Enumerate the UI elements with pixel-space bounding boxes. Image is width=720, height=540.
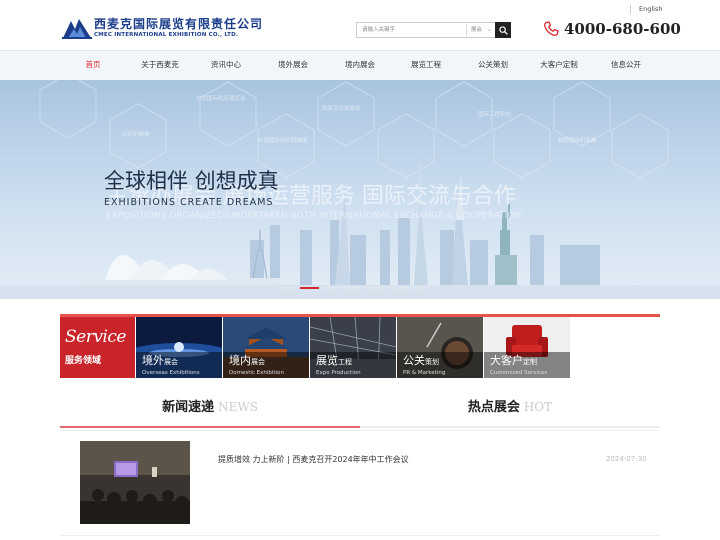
service-subtitle: Customized Services [490, 370, 548, 376]
nav-item-domestic-exhibitions[interactable]: 境内展会 [345, 51, 375, 81]
service-title-small: 定制 [523, 358, 537, 366]
tab-underline-active [60, 426, 360, 428]
tab-hot-label: 热点展会 [467, 400, 520, 415]
logo-text-cn: 西麦克国际展览有限责任公司 [94, 16, 264, 31]
tab-news-en: NEWS [218, 400, 258, 414]
tab-news[interactable]: 新闻速递 NEWS [60, 396, 360, 428]
news-list: 提质增效 力上新阶 | 西麦克召开2024年年中工作会议 2024-07-30 [60, 430, 660, 540]
nav-item-home[interactable]: 首页 [86, 51, 101, 81]
hotline: 4000-680-600 [543, 20, 681, 38]
content-tabs: 新闻速递 NEWS 热点展会 HOT [60, 396, 660, 428]
search-input[interactable] [357, 23, 465, 37]
search-box: 展会 ⌄ [356, 22, 511, 38]
news-thumbnail[interactable] [80, 441, 190, 524]
service-domestic-exhibition[interactable]: 境内展会 Domestic Exhibition [223, 317, 309, 378]
carousel-dot[interactable] [344, 287, 363, 289]
hero-subtitle-back: EXPOSITIONS ORGANIZED/UNDERTAKEN BOTH IN… [106, 211, 521, 221]
news-date: 2024-07-30 [606, 455, 647, 463]
tab-hot-exhibitions[interactable]: 热点展会 HOT [360, 396, 660, 428]
hero-hex-label: 国际工程承包 [478, 110, 512, 118]
hero-banner[interactable]: 中国国际机床展览会 印尼机械展 西麦克出展服务 中国国际纺织机械展 国际工程承包… [0, 80, 720, 299]
news-photo-meeting [80, 441, 190, 524]
nav-item-overseas-exhibitions[interactable]: 境外展会 [278, 51, 308, 81]
service-title-small: 展会 [251, 358, 265, 366]
hero-hex-label: 中国国际纺织机械展 [258, 136, 308, 144]
hotline-number: 4000-680-600 [564, 20, 681, 38]
carousel-dot[interactable] [322, 287, 341, 289]
search-button[interactable] [495, 22, 511, 38]
service-title: 公关 [403, 354, 425, 367]
tab-news-label: 新闻速递 [162, 400, 215, 415]
service-expo-production[interactable]: 展览工程 Expo Production [310, 317, 396, 378]
search-category-value: 展会 [471, 27, 483, 33]
carousel-dot[interactable] [410, 287, 429, 289]
services-logo-en: Service [65, 327, 126, 347]
company-logo[interactable]: 西麦克国际展览有限责任公司 CMEC INTERNATIONAL EXHIBIT… [62, 16, 263, 40]
service-customized[interactable]: 大客户定制 Customized Services [484, 317, 570, 378]
chevron-down-icon: ⌄ [486, 26, 492, 33]
services-strip: Service 服务领域 境外展会 Overseas Exhibitions 境… [60, 314, 660, 378]
service-title-small: 工程 [338, 358, 352, 366]
tab-underline [360, 426, 660, 428]
service-title-small: 展会 [164, 358, 178, 366]
hero-hex-label: 印尼机械展 [122, 130, 150, 138]
service-subtitle: Expo Production [316, 370, 361, 376]
service-title-small: 策划 [425, 358, 439, 366]
tab-hot-en: HOT [523, 400, 553, 414]
service-subtitle: Overseas Exhibitions [142, 370, 200, 376]
carousel-dot[interactable] [366, 287, 385, 289]
service-title: 大客户 [490, 354, 523, 367]
service-subtitle: Domestic Exhibition [229, 370, 284, 376]
logo-mark-icon [62, 19, 92, 39]
news-divider [60, 535, 660, 536]
main-nav: 首页 关于西麦克 资讯中心 境外展会 境内展会 展览工程 公关策划 大客户定制 … [0, 50, 720, 80]
search-icon [498, 25, 508, 35]
service-pr-marketing[interactable]: 公关策划 PR & Marketing [397, 317, 483, 378]
nav-item-exhibition-engineering[interactable]: 展览工程 [411, 51, 441, 81]
nav-item-pr-planning[interactable]: 公关策划 [478, 51, 508, 81]
nav-item-about[interactable]: 关于西麦克 [141, 51, 179, 81]
logo-text-en: CMEC INTERNATIONAL EXHIBITION CO., LTD. [94, 31, 239, 38]
carousel-dot[interactable] [388, 287, 407, 289]
header: 西麦克国际展览有限责任公司 CMEC INTERNATIONAL EXHIBIT… [0, 0, 720, 50]
hero-headline: 全球相伴 创想成真 [104, 169, 279, 193]
service-title: 境外 [142, 354, 164, 367]
nav-item-info-disclosure[interactable]: 信息公开 [611, 51, 641, 81]
service-title: 展览 [316, 354, 338, 367]
hero-hex-label: 越南国际机床展 [558, 136, 597, 144]
carousel-dot[interactable] [278, 287, 297, 289]
nav-item-news-center[interactable]: 资讯中心 [211, 51, 241, 81]
services-logo-cn: 服务领域 [65, 356, 102, 366]
carousel-dot-active[interactable] [300, 287, 319, 289]
services-logo: Service 服务领域 [60, 317, 135, 378]
service-overseas-exhibitions[interactable]: 境外展会 Overseas Exhibitions [136, 317, 222, 378]
hero-hex-label: 中国国际机床展览会 [196, 94, 246, 102]
language-switch-english[interactable]: English [630, 5, 662, 14]
phone-icon [544, 21, 559, 36]
news-title-link[interactable]: 提质增效 力上新阶 | 西麦克召开2024年年中工作会议 [218, 454, 409, 465]
carousel-dots [278, 287, 429, 289]
service-title: 境内 [229, 354, 251, 367]
hero-hex-label: 西麦克出展服务 [322, 104, 361, 112]
service-subtitle: PR & Marketing [403, 370, 446, 376]
search-category-select[interactable]: 展会 ⌄ [466, 23, 495, 37]
hero-banner-image: 中国国际机床展览会 印尼机械展 西麦克出展服务 中国国际纺织机械展 国际工程承包… [0, 80, 720, 299]
hero-subtitle: EXHIBITIONS CREATE DREAMS [104, 197, 273, 208]
nav-item-key-accounts[interactable]: 大客户定制 [540, 51, 578, 81]
